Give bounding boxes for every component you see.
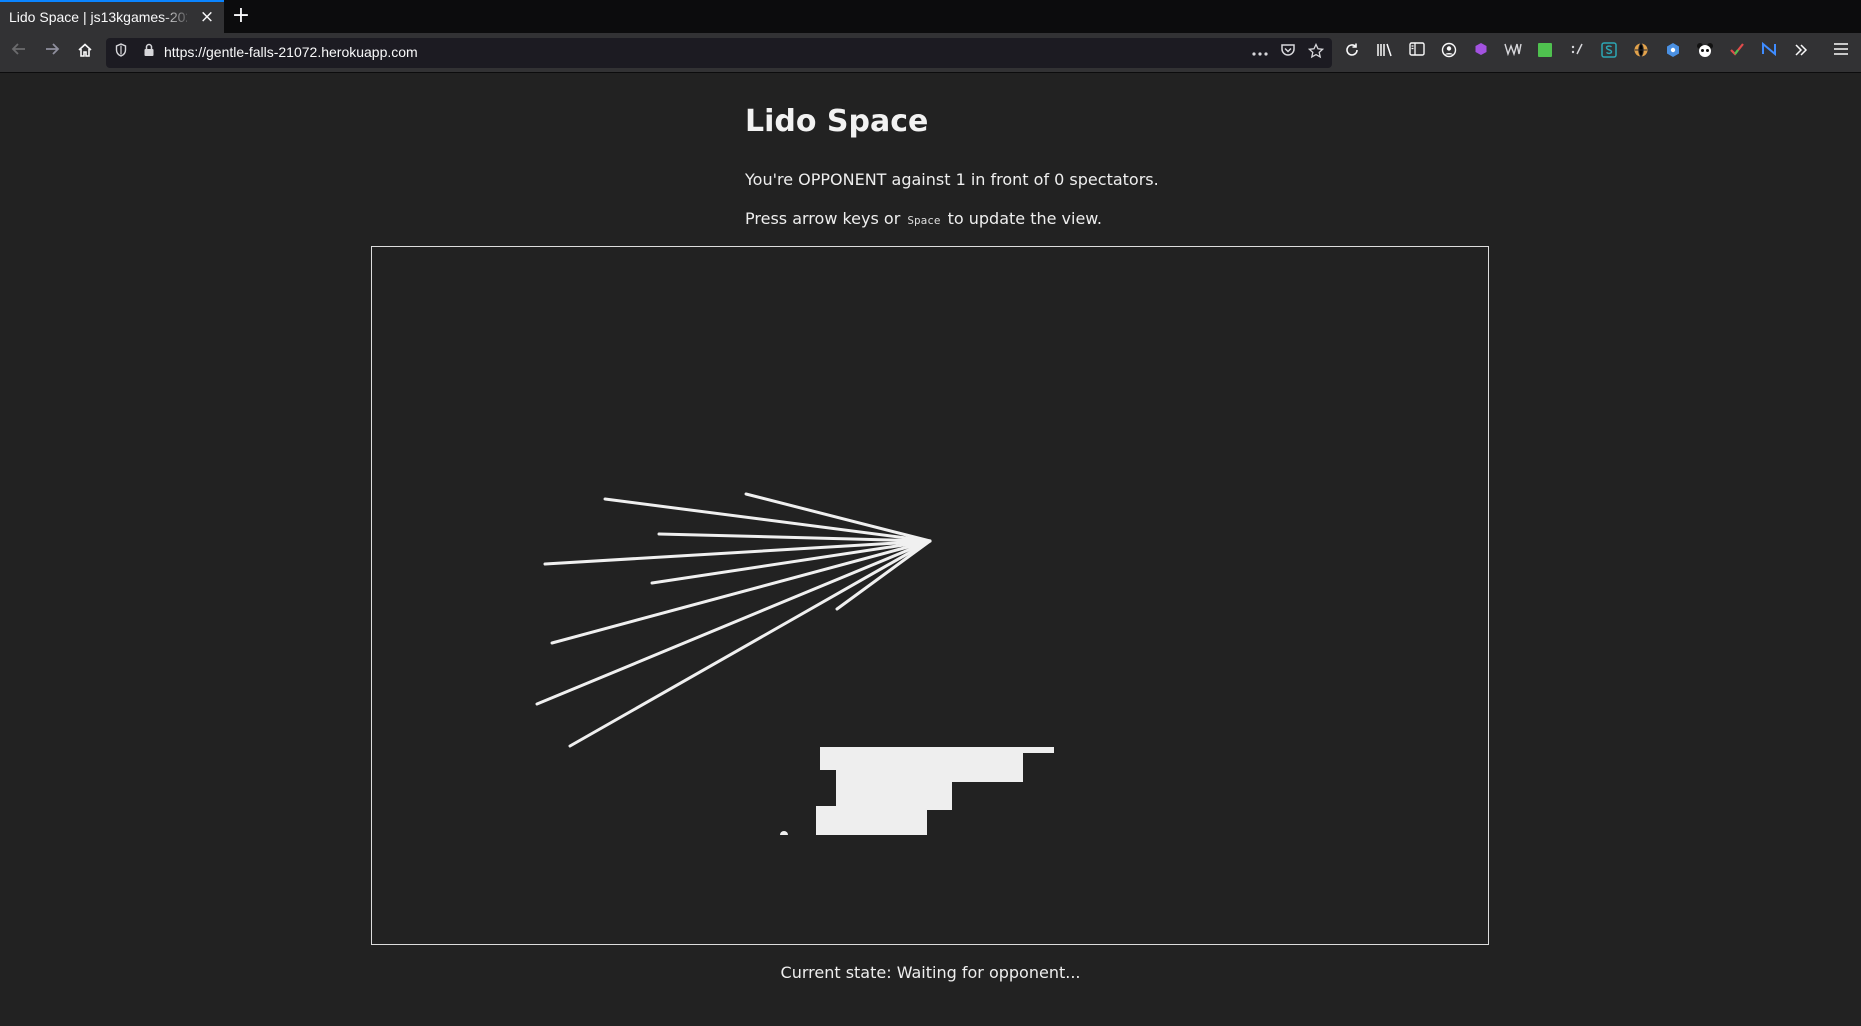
floor-marker [780,831,788,835]
ray-line [744,492,932,543]
lock-icon[interactable] [139,43,159,63]
ray-line [550,539,932,645]
url-text[interactable]: https://gentle-falls-21072.herokuapp.com [164,44,418,60]
tab-title-fade [160,2,194,33]
back-arrow-icon[interactable] [5,39,33,67]
hamburger-menu-icon[interactable] [1830,42,1852,64]
browser-tab-active[interactable]: Lido Space | js13kgames-2021 × [0,0,224,33]
extension-checkmark-icon[interactable] [1726,42,1748,64]
tab-bar: Lido Space | js13kgames-2021 × + [0,0,1861,33]
ray-line [535,539,932,706]
forward-arrow-icon[interactable] [38,39,66,67]
role-description: You're OPPONENT against 1 in front of 0 … [745,170,1159,189]
reload-icon[interactable] [1338,39,1366,67]
pocket-icon[interactable] [1278,43,1298,63]
extension-n-icon[interactable] [1758,41,1780,64]
navigation-toolbar: https://gentle-falls-21072.herokuapp.com [0,33,1861,73]
ray-line [568,539,932,748]
game-status: Current state: Waiting for opponent... [780,963,1081,982]
hint-key-space: Space [907,214,941,227]
extension-slash-icon[interactable] [1566,42,1588,64]
sidebar-icon[interactable] [1406,42,1428,64]
game-canvas[interactable] [371,246,1489,945]
ray-line [650,539,932,585]
overflow-chevrons-icon[interactable] [1790,42,1812,64]
extension-hexagon-icon[interactable] [1662,42,1684,64]
account-icon[interactable] [1438,42,1460,64]
hint-text-after: to update the view. [947,209,1103,228]
ray-line [603,497,932,543]
shield-icon[interactable] [111,43,131,63]
ray-fan [535,492,932,748]
extension-s-icon[interactable] [1598,42,1620,64]
extension-panda-icon[interactable] [1694,42,1716,64]
hint-text-before: Press arrow keys or [745,209,901,228]
library-icon[interactable] [1374,42,1396,64]
extension-green-square-icon[interactable] [1534,42,1556,64]
more-dots-icon[interactable] [1250,43,1270,63]
ray-line [543,539,932,566]
new-tab-button[interactable]: + [229,2,253,30]
extension-wv-icon[interactable] [1502,42,1524,64]
url-bar[interactable]: https://gentle-falls-21072.herokuapp.com [106,38,1332,68]
controls-hint: Press arrow keys or Space to update the … [745,209,1102,228]
home-icon[interactable] [71,39,99,67]
extension-cube-icon[interactable] [1470,42,1492,64]
page-title: Lido Space [745,104,929,139]
star-icon[interactable] [1306,42,1326,63]
terrain-block [816,747,1054,835]
game-scene [535,492,1054,835]
close-tab-icon[interactable]: × [198,7,216,27]
extension-globe-icon[interactable] [1630,42,1652,64]
